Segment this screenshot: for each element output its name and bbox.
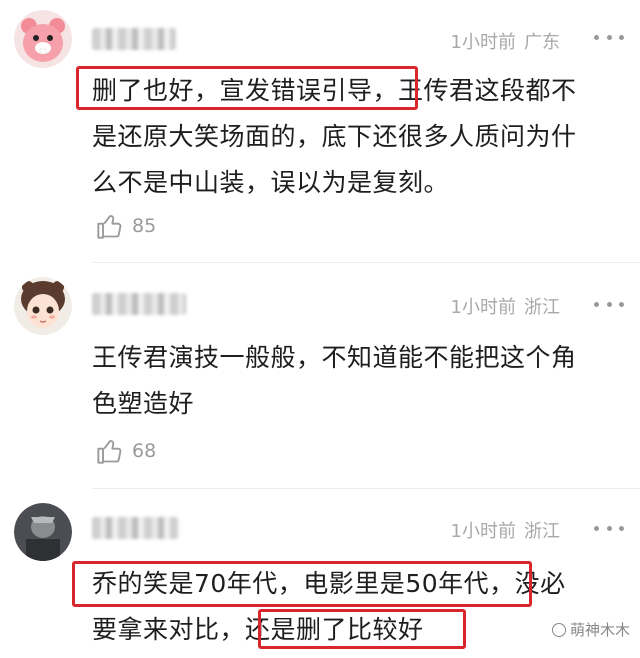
comment-meta: 1小时前 浙江: [451, 293, 560, 319]
comment-time: 1小时前: [450, 297, 516, 318]
thumbs-up-icon: [97, 440, 122, 464]
more-dots-icon[interactable]: [594, 32, 624, 42]
like-button[interactable]: 68: [96, 437, 156, 465]
comment-item: 1小时前 浙江 王传君演技一般般，不知道能不能把这个角 色塑造好 68: [0, 263, 640, 489]
highlight-box: [72, 561, 532, 607]
comment-location: 浙江: [524, 521, 560, 542]
avatar[interactable]: [14, 277, 72, 335]
comment-line: 是还原大笑场面的，底下还很多人质问为什: [92, 122, 577, 151]
like-count: 85: [132, 215, 157, 237]
highlight-box: [258, 609, 466, 649]
dark-photo-avatar-icon: [14, 503, 72, 561]
comment-meta: 1小时前 浙江: [451, 517, 560, 543]
username-blurred[interactable]: [92, 28, 176, 50]
comment-line: 色塑造好: [92, 389, 195, 418]
comment-meta: 1小时前 广东: [451, 28, 560, 54]
avatar[interactable]: [14, 503, 72, 561]
thumbs-up-icon: [97, 215, 122, 239]
watermark-logo-icon: [551, 622, 566, 637]
comment-time: 1小时前: [450, 521, 516, 542]
comment-item: 1小时前 广东 删了也好，宣发错误引导，王传君这段都不 是还原大笑场面的，底下还很…: [0, 0, 640, 263]
like-button[interactable]: 85: [96, 212, 156, 240]
watermark: 萌神木木: [551, 619, 630, 640]
username-blurred[interactable]: [92, 517, 178, 539]
more-dots-icon[interactable]: [594, 299, 624, 309]
comment-line: 王传君演技一般般，不知道能不能把这个角: [92, 343, 577, 372]
comment-location: 浙江: [524, 297, 560, 318]
like-count: 68: [132, 440, 157, 462]
comment-item: 1小时前 浙江 乔的笑是70年代，电影里是50年代，没必 要拿来对比，还是删了比较…: [0, 489, 640, 658]
highlight-box: [76, 66, 418, 110]
comment-text: 王传君演技一般般，不知道能不能把这个角 色塑造好: [92, 335, 627, 427]
more-dots-icon[interactable]: [594, 523, 624, 533]
watermark-text: 萌神木木: [569, 621, 630, 639]
cartoon-girl-avatar-icon: [14, 277, 72, 335]
username-blurred[interactable]: [92, 293, 186, 315]
comment-line: 么不是中山装，误以为是复刻。: [92, 168, 450, 197]
comment-time: 1小时前: [450, 32, 516, 53]
comment-location: 广东: [524, 32, 560, 53]
pink-bear-avatar-icon: [14, 10, 72, 68]
avatar[interactable]: [14, 10, 72, 68]
